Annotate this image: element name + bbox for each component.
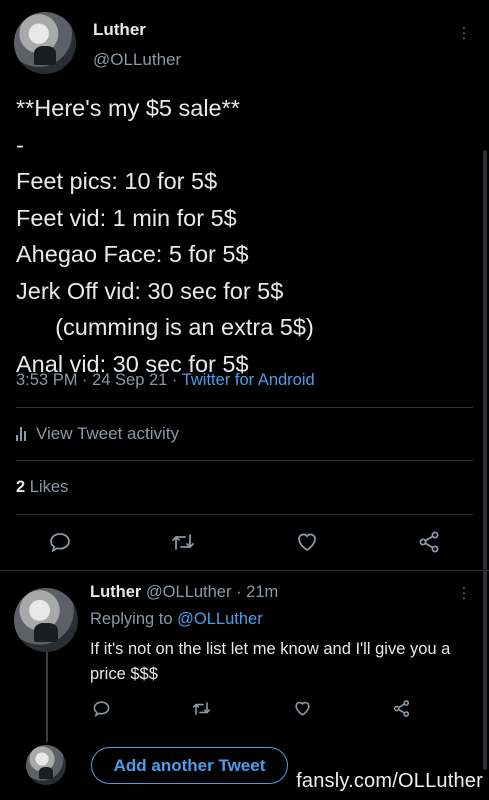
- tweet-line: Ahegao Face: 5 for 5$: [16, 241, 249, 267]
- tweet-line: -: [16, 131, 24, 158]
- reply-avatar[interactable]: [14, 588, 78, 652]
- reply-button[interactable]: [92, 699, 111, 718]
- share-button[interactable]: [417, 530, 441, 554]
- tweet-line: Jerk Off vid: 30 sec for 5$: [16, 277, 284, 304]
- timestamp[interactable]: 3:53 PM · 24 Sep 21 ·: [16, 371, 182, 389]
- reply-author-handle[interactable]: @OLLuther: [146, 583, 232, 601]
- divider: [0, 570, 489, 571]
- tweet-text: **Here's my $5 sale** - Feet pics: 10 fo…: [16, 90, 476, 382]
- tweet-activity-label: View Tweet activity: [36, 424, 179, 443]
- share-icon: [419, 531, 439, 553]
- tweet-line: (cumming is an extra 5$): [16, 314, 314, 340]
- watermark: fansly.com/OLLuther: [296, 770, 483, 792]
- reply-header: Luther @OLLuther · 21m: [90, 583, 278, 602]
- tweet-activity-link[interactable]: View Tweet activity: [16, 424, 179, 444]
- tweet-line: **Here's my $5 sale**: [16, 95, 240, 121]
- share-button[interactable]: [392, 699, 411, 718]
- divider: [16, 514, 473, 515]
- tweet-actions: [48, 528, 441, 556]
- tweet-source[interactable]: Twitter for Android: [182, 371, 315, 389]
- tweet-meta: 3:53 PM · 24 Sep 21 · Twitter for Androi…: [16, 371, 315, 390]
- share-icon: [393, 699, 410, 717]
- like-button[interactable]: [295, 530, 319, 554]
- more-icon[interactable]: · · ·: [461, 20, 467, 44]
- reply-author-name[interactable]: Luther: [90, 583, 141, 601]
- add-another-tweet-button[interactable]: Add another Tweet: [91, 747, 288, 784]
- reply-button[interactable]: [48, 530, 72, 554]
- retweet-button[interactable]: [170, 530, 196, 554]
- avatar[interactable]: [14, 12, 76, 74]
- divider: [16, 407, 473, 408]
- likes-label: Likes: [25, 478, 69, 496]
- reply-icon: [93, 700, 110, 717]
- reply-age: · 21m: [231, 583, 279, 601]
- scrollbar[interactable]: [483, 150, 487, 770]
- reply-icon: [50, 533, 70, 553]
- tweet-line: Feet vid: 1 min for 5$: [16, 204, 237, 231]
- reply-actions: [92, 697, 411, 719]
- replying-to: Replying to @OLLuther: [90, 610, 263, 629]
- compose-avatar[interactable]: [26, 745, 66, 785]
- more-icon[interactable]: · · ·: [461, 580, 467, 604]
- reply-text: If it's not on the list let me know and …: [90, 640, 451, 683]
- like-button[interactable]: [293, 699, 312, 718]
- bar-chart-icon: [16, 427, 26, 441]
- retweet-icon: [172, 534, 195, 550]
- tweet-line: Feet pics: 10 for 5$: [16, 168, 218, 194]
- retweet-icon: [193, 701, 211, 715]
- heart-icon: [295, 701, 310, 716]
- retweet-button[interactable]: [191, 699, 212, 718]
- replying-prefix: Replying to: [90, 610, 178, 628]
- thread-line: [46, 652, 48, 742]
- replying-mention[interactable]: @OLLuther: [177, 610, 263, 628]
- divider: [16, 460, 473, 461]
- author-handle[interactable]: @OLLuther: [93, 50, 181, 70]
- author-name[interactable]: Luther: [93, 20, 146, 40]
- heart-icon: [297, 533, 316, 552]
- likes-count[interactable]: 2 Likes: [16, 478, 68, 497]
- likes-number: 2: [16, 478, 26, 496]
